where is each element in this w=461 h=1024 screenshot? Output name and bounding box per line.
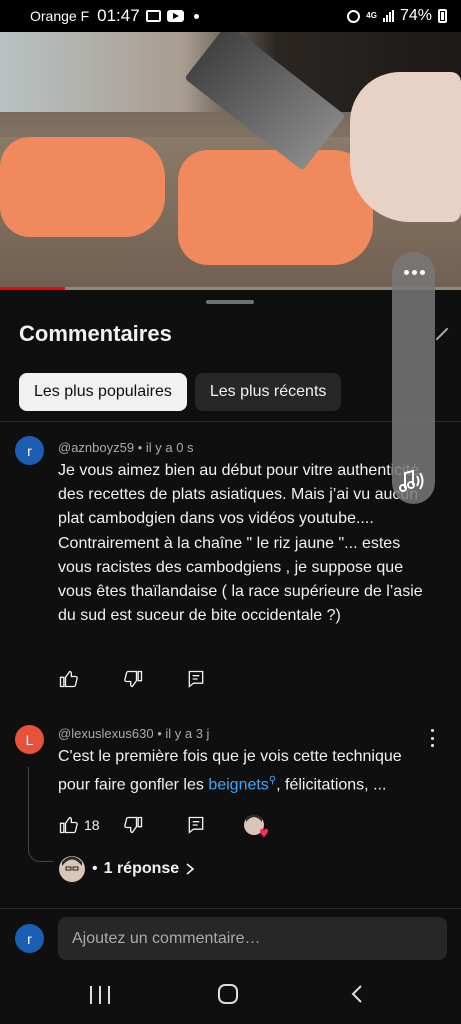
- bullet: •: [92, 860, 98, 877]
- add-comment-input[interactable]: Ajoutez un commentaire…: [58, 917, 447, 960]
- chevron-right-icon: [186, 863, 195, 875]
- comment-item: L @lexuslexus630 • il y a 3 j C'est le p…: [0, 715, 461, 915]
- more-horiz-icon[interactable]: [404, 270, 425, 275]
- reply-icon: [188, 816, 204, 834]
- video-player[interactable]: [0, 32, 461, 290]
- comment-author-meta[interactable]: @lexuslexus630 • il y a 3 j: [58, 726, 209, 741]
- replies-count: 1 réponse: [103, 860, 180, 877]
- like-count: 18: [84, 817, 100, 833]
- like-button[interactable]: [58, 669, 78, 689]
- status-left: Orange F 01:47: [30, 6, 199, 26]
- drag-handle[interactable]: [206, 300, 254, 304]
- battery-percent: 74%: [399, 7, 432, 24]
- reply-button[interactable]: [186, 815, 206, 835]
- dislike-button[interactable]: [124, 815, 144, 835]
- reply-author-avatar: [59, 856, 85, 882]
- dislike-button[interactable]: [124, 669, 144, 689]
- recent-apps-icon[interactable]: [90, 986, 110, 1004]
- alarm-icon: [347, 9, 361, 23]
- more-vert-icon[interactable]: [428, 729, 436, 747]
- sort-chips: Les plus populaires Les plus récents: [19, 373, 342, 411]
- like-icon: [59, 670, 78, 688]
- signal-icon: [382, 10, 394, 22]
- dislike-icon: [124, 816, 143, 834]
- chip-newest-comments[interactable]: Les plus récents: [194, 373, 342, 411]
- network-type: 4G: [366, 11, 377, 20]
- carrier-label: Orange F: [30, 8, 90, 24]
- comment-text: Je vous aimez bien au début pour vitre a…: [58, 462, 423, 625]
- notification-dot-icon: [193, 13, 199, 19]
- floating-audio-pill[interactable]: [392, 252, 435, 504]
- clock: 01:47: [97, 6, 140, 25]
- creator-heart-icon: [244, 814, 268, 838]
- reply-icon: [188, 670, 204, 688]
- like-button[interactable]: 18: [58, 815, 100, 835]
- comments-title: Commentaires: [19, 321, 172, 346]
- video-frame-hand: [350, 72, 461, 222]
- battery-icon: [438, 9, 447, 23]
- reply-button[interactable]: [186, 669, 206, 689]
- avatar[interactable]: r: [15, 436, 44, 465]
- my-avatar: r: [15, 924, 44, 953]
- image-icon: [145, 10, 161, 22]
- status-right: 4G 74%: [347, 7, 447, 25]
- view-replies-button[interactable]: • 1 réponse: [92, 860, 195, 878]
- system-nav-bar: [0, 970, 461, 1024]
- like-icon: [59, 816, 78, 834]
- comment-text: C'est le première fois que je vois cette…: [58, 745, 428, 798]
- comment-text-part: , félicitations, ...: [276, 776, 387, 794]
- home-icon[interactable]: [218, 984, 238, 1004]
- music-icon[interactable]: [399, 468, 429, 494]
- thread-line: [28, 767, 54, 862]
- status-bar: Orange F 01:47 4G 74%: [0, 0, 461, 32]
- comment-author-meta[interactable]: @aznboyz59 • il y a 0 s: [58, 440, 194, 455]
- youtube-icon: [166, 10, 184, 22]
- back-icon[interactable]: [348, 984, 368, 1004]
- comment-composer: r Ajoutez un commentaire…: [0, 908, 461, 970]
- avatar[interactable]: L: [15, 725, 44, 754]
- video-frame-potato: [0, 137, 165, 237]
- dislike-icon: [124, 670, 143, 688]
- search-link-beignets[interactable]: beignets: [208, 777, 269, 794]
- chip-top-comments[interactable]: Les plus populaires: [19, 373, 187, 411]
- video-frame-potato: [178, 150, 373, 265]
